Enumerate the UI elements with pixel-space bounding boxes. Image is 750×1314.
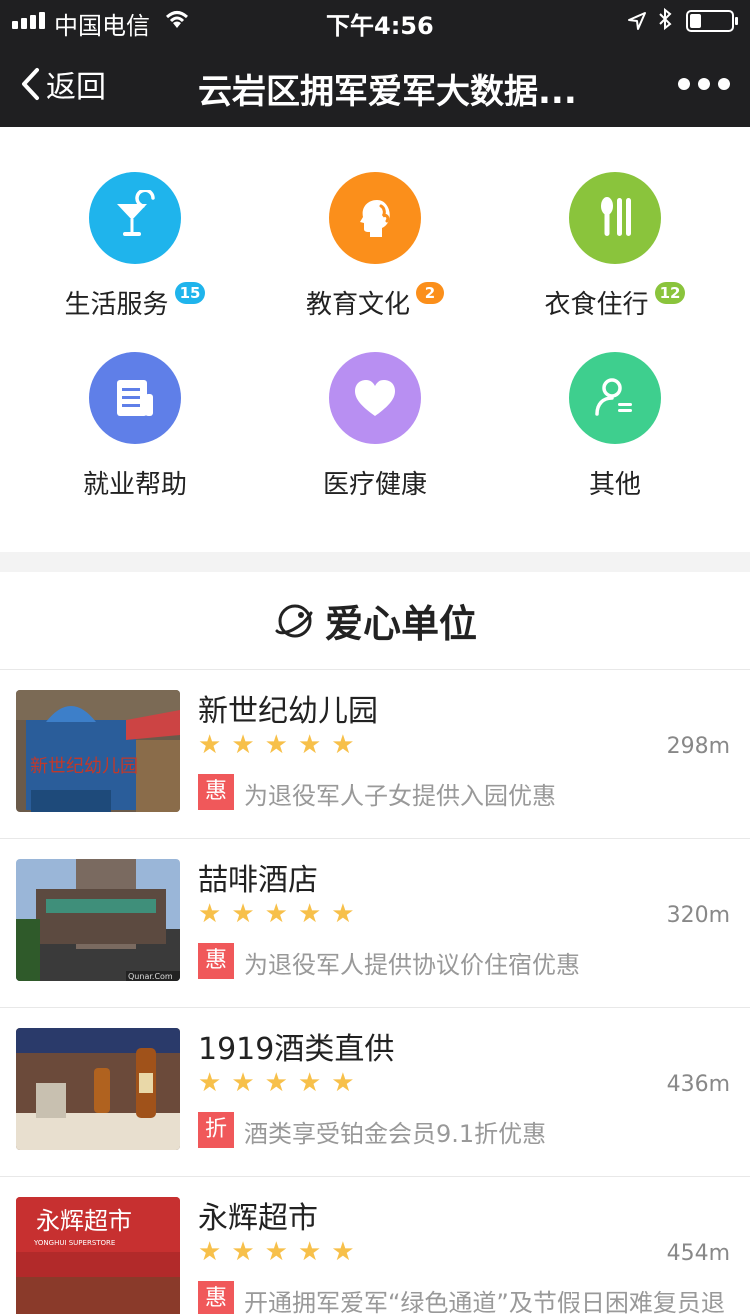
offer-tag: 惠 [198, 774, 234, 810]
list-item[interactable]: 1919酒类直供 ★ ★ ★ ★ ★ 436m 折 酒类享受铂金会员9.1折优惠 [0, 1008, 750, 1177]
star-icon: ★ [264, 1068, 288, 1098]
section-header: 爱心单位 [0, 572, 750, 670]
star-icon: ★ [331, 899, 355, 929]
wifi-icon [163, 8, 191, 36]
utensils-icon [569, 172, 661, 264]
star-icon: ★ [231, 899, 255, 929]
cocktail-icon [89, 172, 181, 264]
bluetooth-icon [657, 7, 673, 37]
section-title: 爱心单位 [324, 602, 477, 646]
category-clothing-food-housing[interactable]: 衣食住行 12 [490, 172, 740, 321]
category-label: 教育文化 [305, 290, 410, 320]
star-icon: ★ [231, 730, 255, 760]
star-rating: ★ ★ ★ ★ ★ [198, 730, 355, 760]
category-medical-health[interactable]: 医疗健康 [250, 352, 500, 501]
star-icon: ★ [198, 1068, 222, 1098]
star-icon: ★ [198, 730, 222, 760]
document-icon [89, 352, 181, 444]
offer-description: 为退役军人提供协议价住宿优惠 [244, 951, 580, 979]
person-profile-icon [329, 172, 421, 264]
category-grid: 生活服务 15 教育文化 2 衣食住行 12 就业帮助 医疗健康 其他 [0, 127, 750, 552]
count-badge: 15 [174, 282, 206, 304]
star-rating: ★ ★ ★ ★ ★ [198, 899, 355, 929]
page-title: 云岩区拥军爱军大数据... [198, 72, 577, 112]
offer-description: 开通拥军爱军“绿色通道”及节假日困难复员退 [244, 1289, 725, 1314]
star-icon: ★ [231, 1068, 255, 1098]
star-rating: ★ ★ ★ ★ ★ [198, 1237, 355, 1267]
unit-name: 喆啡酒店 [198, 863, 318, 898]
top-bar: 中国电信 下午4:56 返回 云岩区拥军爱军大数据... [0, 0, 750, 127]
unit-photo: 新世纪幼儿园 [16, 690, 180, 812]
star-rating: ★ ★ ★ ★ ★ [198, 1068, 355, 1098]
star-icon: ★ [198, 1237, 222, 1267]
star-icon: ★ [198, 899, 222, 929]
carrier-label: 中国电信 [54, 12, 150, 40]
nav-bar: 返回 云岩区拥军爱军大数据... [0, 40, 750, 127]
category-label: 医疗健康 [322, 470, 427, 500]
star-icon: ★ [331, 1068, 355, 1098]
distance: 320m [666, 903, 730, 928]
star-icon: ★ [331, 1237, 355, 1267]
count-badge: 12 [654, 282, 686, 304]
star-icon: ★ [297, 899, 322, 929]
heart-icon [329, 352, 421, 444]
battery-icon [686, 10, 738, 32]
more-options-icon[interactable] [678, 78, 730, 90]
clock: 下午4:56 [326, 12, 434, 40]
star-icon: ★ [264, 1237, 288, 1267]
offer-tag: 惠 [198, 943, 234, 979]
category-other[interactable]: 其他 [490, 352, 740, 501]
star-icon: ★ [297, 1237, 322, 1267]
back-label: 返回 [46, 70, 106, 105]
distance: 436m [666, 1072, 730, 1097]
offer-description: 为退役军人子女提供入园优惠 [244, 782, 556, 810]
photo-sign-text: 新世纪幼儿园 [30, 756, 138, 777]
category-education-culture[interactable]: 教育文化 2 [250, 172, 500, 321]
signal-icon [12, 12, 45, 29]
list-item[interactable]: Qunar.Com 喆啡酒店 ★ ★ ★ ★ ★ 320m 惠 为退役军人提供协议价住宿… [0, 839, 750, 1008]
star-icon: ★ [264, 899, 288, 929]
unit-name: 1919酒类直供 [198, 1032, 395, 1067]
planet-icon [275, 604, 313, 637]
unit-name: 永辉超市 [198, 1201, 318, 1236]
offer-description: 酒类享受铂金会员9.1折优惠 [244, 1120, 547, 1148]
star-icon: ★ [297, 730, 322, 760]
offer-tag: 惠 [198, 1281, 234, 1314]
unit-photo: 永辉超市 YONGHUI SUPERSTORE [16, 1197, 180, 1314]
distance: 298m [666, 734, 730, 759]
count-badge: 2 [416, 282, 444, 304]
photo-sign-text: 永辉超市 [36, 1207, 132, 1235]
unit-photo [16, 1028, 180, 1150]
photo-watermark-text: Qunar.Com [128, 972, 173, 981]
category-label: 其他 [588, 470, 641, 500]
chevron-left-icon [22, 68, 39, 100]
user-list-icon [569, 352, 661, 444]
list-item[interactable]: 新世纪幼儿园 新世纪幼儿园 ★ ★ ★ ★ ★ 298m 惠 为退役军人子女提供入园优惠 [0, 670, 750, 839]
category-label: 衣食住行 [544, 290, 649, 320]
offer-tag: 折 [198, 1112, 234, 1148]
unit-photo: Qunar.Com [16, 859, 180, 981]
star-icon: ★ [297, 1068, 322, 1098]
category-life-services[interactable]: 生活服务 15 [10, 172, 260, 321]
category-label: 就业帮助 [82, 470, 187, 500]
photo-sign-subtext: YONGHUI SUPERSTORE [33, 1239, 115, 1247]
star-icon: ★ [231, 1237, 255, 1267]
section-divider [0, 552, 750, 572]
unit-name: 新世纪幼儿园 [198, 694, 378, 729]
star-icon: ★ [264, 730, 288, 760]
list-item[interactable]: 永辉超市 YONGHUI SUPERSTORE 永辉超市 ★ ★ ★ ★ ★ 454m … [0, 1177, 750, 1314]
distance: 454m [666, 1241, 730, 1266]
location-arrow-icon [627, 9, 647, 37]
category-employment-help[interactable]: 就业帮助 [10, 352, 260, 501]
category-label: 生活服务 [64, 290, 169, 320]
back-button[interactable]: 返回 [20, 62, 106, 106]
status-bar: 中国电信 下午4:56 [0, 0, 750, 40]
star-icon: ★ [331, 730, 355, 760]
